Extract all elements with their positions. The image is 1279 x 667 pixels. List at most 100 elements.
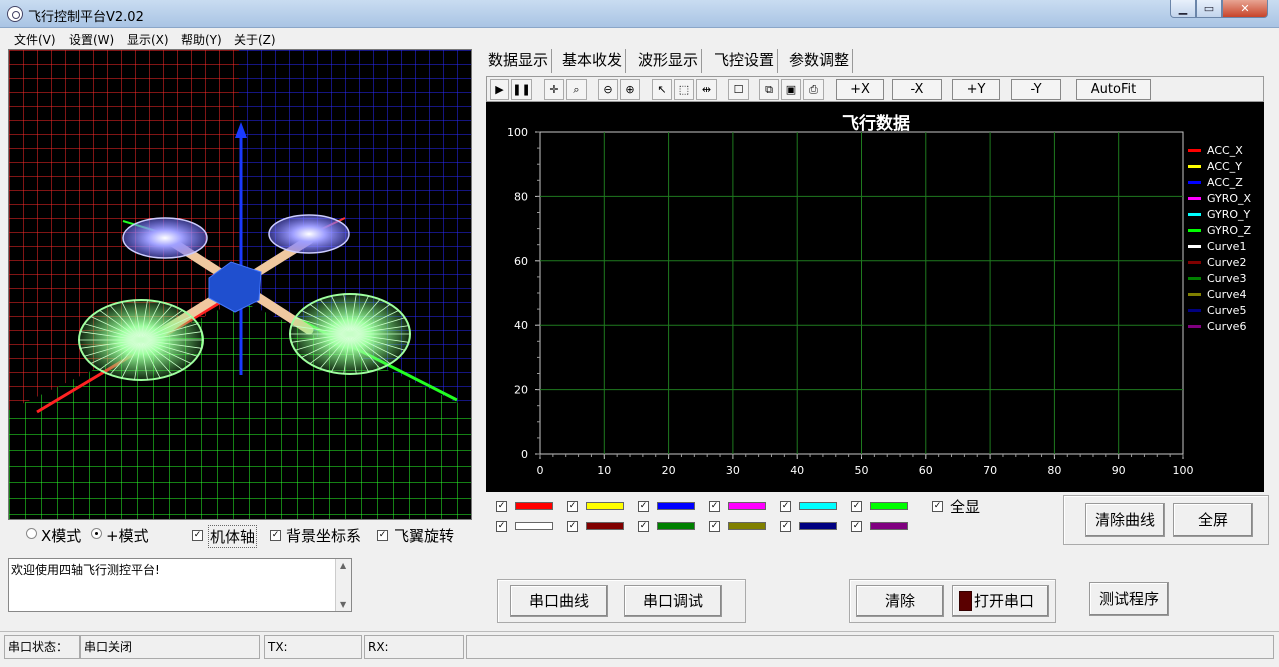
- quadcopter-3d-render: [9, 50, 471, 519]
- series-toggle-checkbox[interactable]: ✓: [851, 521, 862, 532]
- radio-x-mode[interactable]: [26, 528, 37, 539]
- checkbox-bg-coords[interactable]: ✓: [270, 530, 281, 541]
- serial-curve-button[interactable]: 串口曲线: [510, 585, 608, 617]
- quadcopter-3d-view[interactable]: [8, 49, 472, 520]
- test-program-button[interactable]: 测试程序: [1089, 582, 1169, 616]
- clear-log-button[interactable]: 清除: [856, 585, 944, 617]
- series-toggle-checkbox[interactable]: ✓: [709, 501, 720, 512]
- port-status-value: 串口关闭: [80, 635, 260, 659]
- plus-x-button[interactable]: +X: [836, 79, 884, 100]
- series-color-swatch[interactable]: [657, 502, 695, 510]
- tab-param-tuning[interactable]: 参数调整: [786, 49, 854, 73]
- series-color-swatch[interactable]: [799, 502, 837, 510]
- log-scrollbar[interactable]: ▲ ▼: [335, 559, 351, 611]
- y-tick-label: 0: [521, 448, 528, 461]
- y-tick-label: 40: [514, 319, 528, 332]
- checkbox-show-all[interactable]: ✓: [932, 501, 943, 512]
- x-tick-label: 90: [1112, 464, 1126, 477]
- series-color-swatch[interactable]: [586, 502, 624, 510]
- open-port-button[interactable]: 打开串口: [952, 585, 1049, 617]
- rx-counter: RX:: [364, 635, 464, 659]
- minus-x-button[interactable]: -X: [892, 79, 942, 100]
- menu-display[interactable]: 显示(X): [127, 31, 169, 48]
- minimize-button[interactable]: ▁: [1170, 0, 1196, 18]
- zoom-box-icon[interactable]: ⌕: [566, 79, 587, 100]
- series-toggle-checkbox[interactable]: ✓: [496, 521, 507, 532]
- legend-entry: ACC_Z: [1207, 176, 1243, 189]
- checkbox-body-axis-label: 机体轴: [208, 525, 258, 548]
- legend-entry: Curve2: [1207, 256, 1246, 269]
- log-textbox[interactable]: 欢迎使用四轴飞行测控平台! ▲ ▼: [8, 558, 352, 612]
- series-color-swatch[interactable]: [728, 522, 766, 530]
- pause-icon[interactable]: ❚❚: [511, 79, 532, 100]
- series-color-swatch[interactable]: [586, 522, 624, 530]
- legend-swatch: [1188, 181, 1201, 184]
- series-color-swatch[interactable]: [870, 502, 908, 510]
- scroll-down-icon[interactable]: ▼: [340, 600, 346, 609]
- menu-bar: 文件(V) 设置(W) 显示(X) 帮助(Y) 关于(Z): [0, 28, 1279, 48]
- cursor-icon[interactable]: ↖: [652, 79, 672, 100]
- series-toggle-checkbox[interactable]: ✓: [780, 521, 791, 532]
- fit-width-icon[interactable]: ⇹: [696, 79, 717, 100]
- play-icon[interactable]: ▶: [490, 79, 509, 100]
- menu-about[interactable]: 关于(Z): [234, 31, 276, 48]
- chart-axis-ticks: 0 10 20 30 40 50 60 70 80 90 100 0 20 40 60 80 100: [507, 126, 1194, 477]
- series-color-swatch[interactable]: [515, 522, 553, 530]
- series-color-swatch[interactable]: [799, 522, 837, 530]
- legend-entry: ACC_X: [1207, 144, 1243, 157]
- series-toggle-checkbox[interactable]: ✓: [780, 501, 791, 512]
- checkbox-rotor-spin[interactable]: ✓: [377, 530, 388, 541]
- tab-basic-io[interactable]: 基本收发: [559, 49, 627, 73]
- checkbox-body-axis[interactable]: ✓: [192, 530, 203, 541]
- chart-toolbar: ▶ ❚❚ ✛ ⌕ ⊖ ⊕ ↖ ⬚ ⇹ ☐ ⧉ ▣ ⎙ +X -X +Y -Y A…: [486, 76, 1264, 102]
- main-tabs: 数据显示 基本收发 波形显示 飞控设置 参数调整: [483, 49, 1273, 73]
- fullscreen-button[interactable]: 全屏: [1173, 503, 1253, 537]
- tab-flight-settings[interactable]: 飞控设置: [711, 49, 779, 73]
- chart-grid: [539, 131, 1184, 455]
- menu-help[interactable]: 帮助(Y): [181, 31, 222, 48]
- minus-y-button[interactable]: -Y: [1011, 79, 1061, 100]
- close-button[interactable]: ✕: [1222, 0, 1268, 18]
- series-color-swatch[interactable]: [870, 522, 908, 530]
- serial-debug-button[interactable]: 串口调试: [624, 585, 722, 617]
- x-tick-label: 70: [983, 464, 997, 477]
- properties-icon[interactable]: ☐: [728, 79, 749, 100]
- save-icon[interactable]: ▣: [781, 79, 801, 100]
- series-toggle-checkbox[interactable]: ✓: [567, 521, 578, 532]
- radio-plus-mode-label: +模式: [106, 527, 149, 545]
- series-color-swatch[interactable]: [728, 502, 766, 510]
- print-icon[interactable]: ⎙: [803, 79, 824, 100]
- x-tick-label: 100: [1173, 464, 1194, 477]
- autofit-button[interactable]: AutoFit: [1076, 79, 1151, 100]
- menu-file[interactable]: 文件(V): [14, 31, 56, 48]
- series-toggle-checkbox[interactable]: ✓: [851, 501, 862, 512]
- select-rect-icon[interactable]: ⬚: [674, 79, 694, 100]
- legend-swatch: [1188, 277, 1201, 280]
- copy-icon[interactable]: ⧉: [759, 79, 779, 100]
- radio-plus-mode[interactable]: [91, 528, 102, 539]
- scroll-up-icon[interactable]: ▲: [340, 561, 346, 570]
- tab-data-display[interactable]: 数据显示: [485, 49, 553, 73]
- x-tick-label: 20: [662, 464, 676, 477]
- zoom-out-icon[interactable]: ⊖: [598, 79, 618, 100]
- series-toggle-checkbox[interactable]: ✓: [567, 501, 578, 512]
- series-color-swatch[interactable]: [515, 502, 553, 510]
- series-toggle-checkbox[interactable]: ✓: [709, 521, 720, 532]
- maximize-button[interactable]: ▭: [1196, 0, 1222, 18]
- tab-waveform[interactable]: 波形显示: [635, 49, 703, 73]
- clear-curves-button[interactable]: 清除曲线: [1085, 503, 1165, 537]
- x-tick-label: 60: [919, 464, 933, 477]
- window-title: 飞行控制平台V2.02: [28, 10, 144, 25]
- pan-icon[interactable]: ✛: [544, 79, 564, 100]
- y-tick-label: 20: [514, 384, 528, 397]
- series-toggle-checkbox[interactable]: ✓: [496, 501, 507, 512]
- series-toggle-checkbox[interactable]: ✓: [638, 521, 649, 532]
- series-toggle-checkbox[interactable]: ✓: [638, 501, 649, 512]
- legend-swatch: [1188, 309, 1201, 312]
- series-color-swatch[interactable]: [657, 522, 695, 530]
- zoom-in-icon[interactable]: ⊕: [620, 79, 640, 100]
- waveform-chart[interactable]: 飞行数据 0 10 20 30 40 50 60 70 80 90 100 0 20 40 60 80 100 …: [486, 102, 1264, 492]
- plus-y-button[interactable]: +Y: [952, 79, 1000, 100]
- legend-entry: Curve3: [1207, 272, 1246, 285]
- menu-settings[interactable]: 设置(W): [69, 31, 114, 48]
